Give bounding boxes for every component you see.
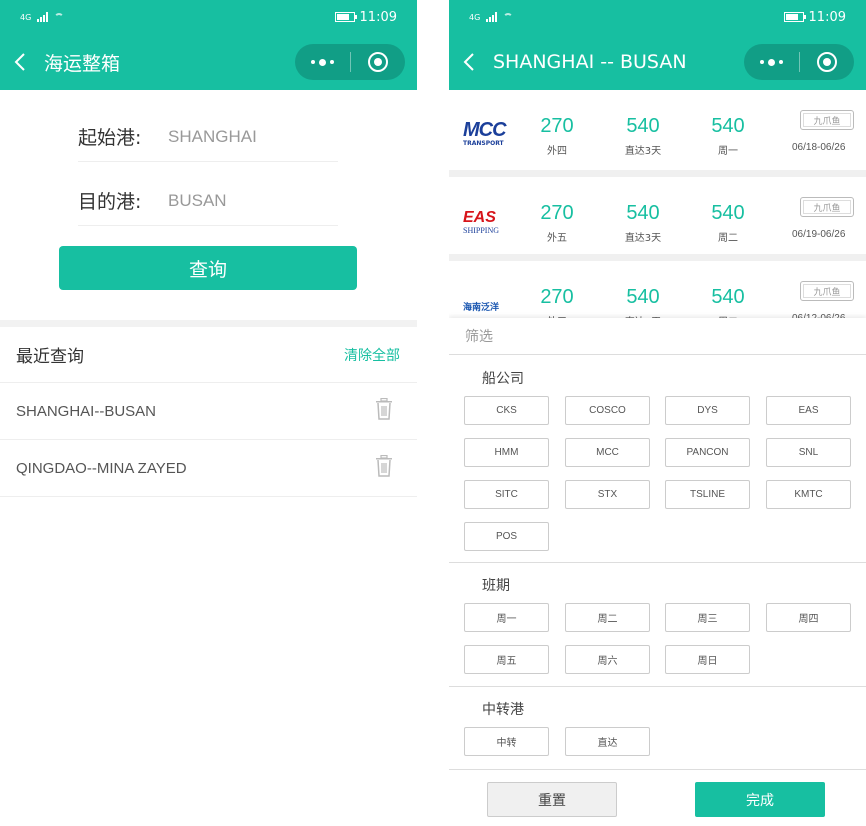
results-screen: 4G 11:09 SHANGHAI -- BUSAN MCC TRANSPORT… (449, 0, 866, 826)
signal-icon (37, 12, 49, 22)
carrier-logo-mcc: MCC TRANSPORT (463, 119, 507, 147)
recent-search-route: SHANGHAI--BUSAN (16, 402, 157, 420)
status-time: 11:09 (359, 9, 397, 25)
close-mini-program-icon[interactable] (800, 52, 855, 72)
carrier-filter-chip[interactable]: KMTC (766, 480, 851, 509)
schedule-filter-chip[interactable]: 周四 (766, 603, 851, 632)
carrier-filter-chip[interactable]: SNL (766, 438, 851, 467)
page-title: SHANGHAI -- BUSAN (493, 51, 687, 73)
schedule-filter-chip[interactable]: 周五 (464, 645, 549, 674)
carrier-filter-chip[interactable]: DYS (665, 396, 750, 425)
carrier-filter-chip[interactable]: EAS (766, 396, 851, 425)
mini-program-capsule (744, 44, 854, 80)
search-screen: 4G 11:09 海运整箱 起始港: 目的港: 查询 最近查询 清除全部 SH (0, 0, 417, 826)
filter-panel: 筛选 船公司 CKS COSCO DYS EAS HMM MCC PANCON SNL SITC… (449, 318, 866, 826)
price-40hq: 540 周二 (711, 202, 745, 244)
destination-port-label: 目的港: (78, 191, 142, 213)
query-button[interactable]: 查询 (59, 246, 357, 290)
origin-port-input[interactable] (168, 126, 328, 147)
trash-icon[interactable] (375, 454, 393, 481)
supplier-tag: 九爪鱼 (800, 197, 854, 217)
recent-search-item[interactable]: SHANGHAI--BUSAN (0, 383, 417, 440)
carrier-filter-chip[interactable]: CKS (464, 396, 549, 425)
mini-program-capsule (295, 44, 405, 80)
page-title: 海运整箱 (44, 52, 121, 75)
filter-title: 筛选 (449, 318, 866, 355)
wifi-icon (503, 13, 514, 21)
more-icon[interactable] (744, 58, 799, 66)
destination-port-input[interactable] (168, 190, 328, 211)
validity-date: 06/18-06/26 (792, 142, 846, 153)
carrier-filter-chip[interactable]: STX (565, 480, 650, 509)
destination-port-row: 目的港: (78, 176, 338, 226)
schedule-filter-chip[interactable]: 周一 (464, 603, 549, 632)
status-time: 11:09 (808, 9, 846, 25)
nav-bar: SHANGHAI -- BUSAN (449, 34, 866, 90)
schedule-filter-chip[interactable]: 周日 (665, 645, 750, 674)
back-icon[interactable] (463, 52, 487, 72)
price-20gp: 270 外四 (540, 115, 574, 157)
schedule-filter-chip[interactable]: 周六 (565, 645, 650, 674)
result-card[interactable]: MCC TRANSPORT 270 外四 540 直达3天 540 周一 九爪鱼… (449, 90, 866, 170)
price-40gp: 540 直达3天 (624, 115, 662, 157)
battery-icon (783, 12, 806, 22)
price-20gp: 270 外五 (540, 202, 574, 244)
status-bar: 4G 11:09 (449, 0, 866, 34)
schedule-filter-chip[interactable]: 周三 (665, 603, 750, 632)
origin-port-label: 起始港: (78, 127, 142, 149)
back-icon[interactable] (14, 52, 38, 72)
price-40hq: 540 周一 (711, 115, 745, 157)
transit-filter-chip[interactable]: 中转 (464, 727, 549, 756)
recent-search-route: QINGDAO--MINA ZAYED (16, 459, 187, 477)
transit-filter-chip[interactable]: 直达 (565, 727, 650, 756)
transit-group-title: 中转港 (482, 702, 524, 718)
supplier-tag: 九爪鱼 (800, 281, 854, 301)
recent-search-header: 最近查询 清除全部 (0, 327, 417, 383)
origin-port-row: 起始港: (78, 112, 338, 162)
signal-icon (486, 12, 498, 22)
network-label: 4G (469, 12, 481, 22)
validity-date: 06/19-06/26 (792, 229, 846, 240)
status-bar: 4G 11:09 (0, 0, 417, 34)
carrier-filter-chip[interactable]: TSLINE (665, 480, 750, 509)
carrier-filter-chip[interactable]: HMM (464, 438, 549, 467)
carrier-filter-chip[interactable]: PANCON (665, 438, 750, 467)
carrier-filter-chip[interactable]: COSCO (565, 396, 650, 425)
trash-icon[interactable] (375, 397, 393, 424)
close-mini-program-icon[interactable] (351, 52, 406, 72)
more-icon[interactable] (295, 58, 350, 66)
clear-all-link[interactable]: 清除全部 (344, 345, 400, 365)
schedule-filter-chip[interactable]: 周二 (565, 603, 650, 632)
battery-icon (334, 12, 357, 22)
supplier-tag: 九爪鱼 (800, 110, 854, 130)
schedule-group-title: 班期 (482, 578, 510, 594)
recent-search-item[interactable]: QINGDAO--MINA ZAYED (0, 440, 417, 497)
price-40gp: 540 直达3天 (624, 202, 662, 244)
carrier-filter-chip[interactable]: SITC (464, 480, 549, 509)
carrier-group-title: 船公司 (482, 371, 524, 387)
carrier-logo-eas: EAS SHIPPING (463, 209, 500, 236)
reset-button[interactable]: 重置 (487, 782, 617, 817)
network-label: 4G (20, 12, 32, 22)
recent-search-title: 最近查询 (16, 347, 84, 367)
result-card[interactable]: EAS SHIPPING 270 外五 540 直达3天 540 周二 九爪鱼 … (449, 177, 866, 257)
carrier-filter-chip[interactable]: POS (464, 522, 549, 551)
carrier-filter-chip[interactable]: MCC (565, 438, 650, 467)
wifi-icon (54, 13, 65, 21)
done-button[interactable]: 完成 (695, 782, 825, 817)
nav-bar: 海运整箱 (0, 34, 417, 90)
